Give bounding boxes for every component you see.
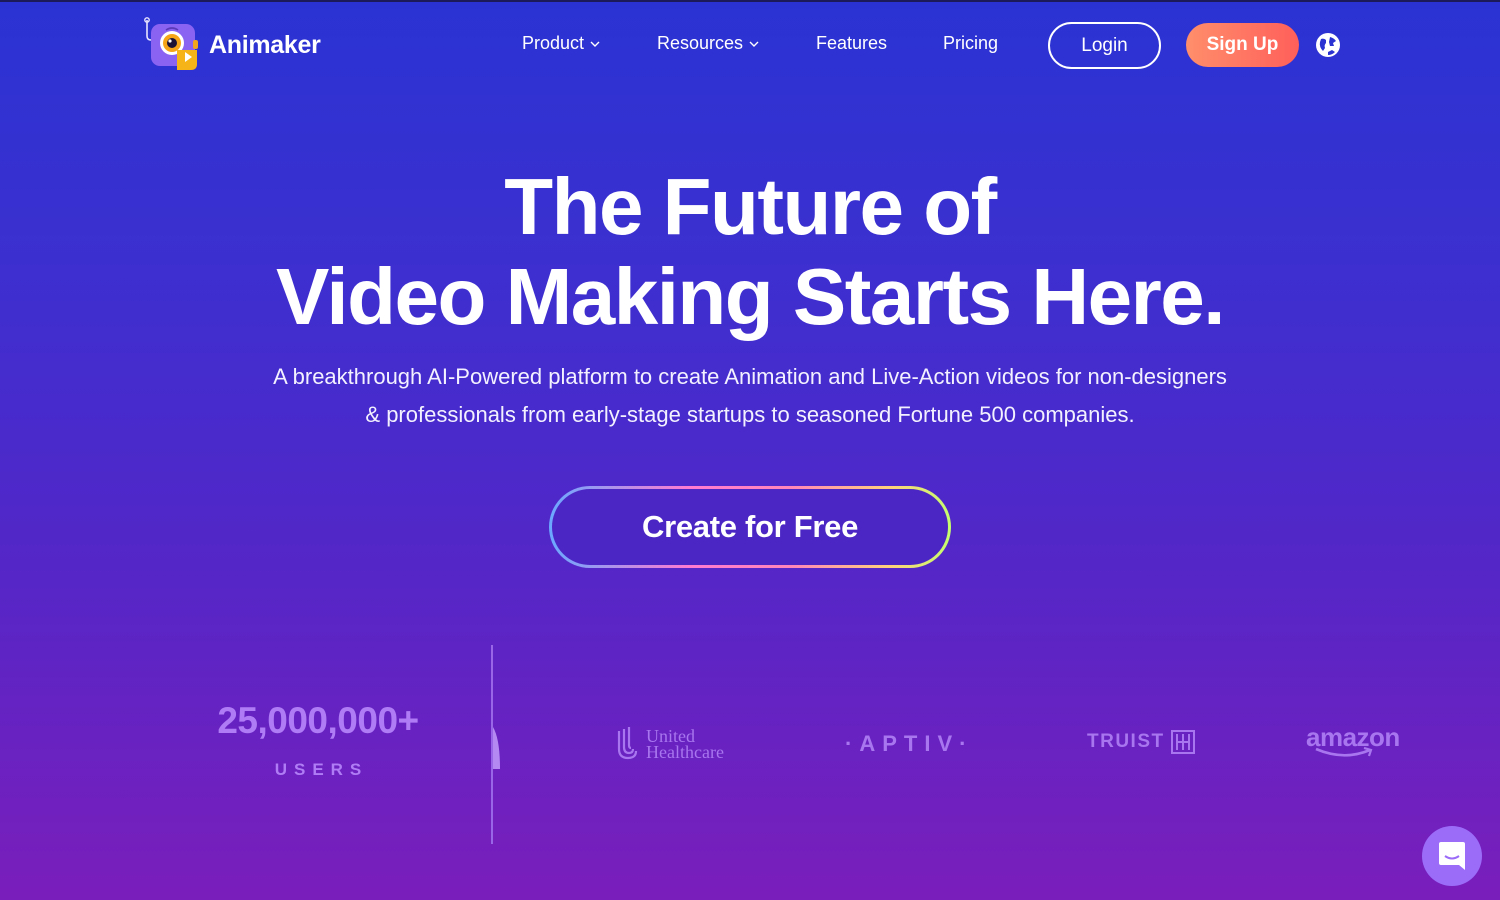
- animaker-logo-icon: [144, 17, 198, 70]
- chevron-down-icon: [749, 41, 759, 47]
- brand-logo[interactable]: Animaker: [143, 16, 321, 74]
- signup-button[interactable]: Sign Up: [1186, 23, 1299, 67]
- chat-button[interactable]: [1422, 826, 1482, 886]
- brand-amazon: amazon: [1306, 722, 1400, 759]
- hero-subtitle-line1: A breakthrough AI-Powered platform to cr…: [273, 364, 1227, 389]
- nav-pricing-label: Pricing: [943, 33, 999, 53]
- hero-title: The Future of Video Making Starts Here.: [0, 162, 1500, 342]
- create-for-free-button[interactable]: Create for Free: [549, 486, 951, 568]
- nav-features[interactable]: Features: [816, 33, 887, 54]
- login-button[interactable]: Login: [1048, 22, 1161, 69]
- brand-truist: TRUIST: [1087, 730, 1195, 754]
- nav-features-label: Features: [816, 33, 888, 53]
- brand-united-healthcare: United Healthcare: [616, 727, 724, 761]
- site-header: Animaker Product Resources Features Pric…: [0, 0, 1500, 92]
- uhc-line2: Healthcare: [646, 742, 724, 762]
- users-count: 25,000,000+: [217, 700, 419, 741]
- users-label: USERS: [274, 760, 369, 779]
- nav-product[interactable]: Product: [522, 33, 600, 54]
- brand-name: Animaker: [209, 30, 321, 59]
- hero-subtitle: A breakthrough AI-Powered platform to cr…: [0, 358, 1500, 434]
- nav-resources[interactable]: Resources: [657, 33, 759, 54]
- nav-pricing[interactable]: Pricing: [943, 33, 998, 54]
- united-healthcare-logo-icon: [617, 727, 638, 760]
- truist-label: TRUIST: [1087, 731, 1165, 752]
- divider-accent: [493, 727, 500, 769]
- nav-resources-label: Resources: [657, 33, 744, 53]
- hero-title-line1: The Future of: [504, 162, 997, 251]
- brand-aptiv: ·APTIV·: [845, 731, 974, 756]
- hero-subtitle-line2: & professionals from early-stage startup…: [365, 402, 1135, 427]
- chat-icon: [1439, 842, 1465, 870]
- create-for-free-label: Create for Free: [552, 489, 948, 565]
- globe-icon[interactable]: [1314, 31, 1342, 59]
- chevron-down-icon: [590, 41, 600, 47]
- amazon-label: amazon: [1306, 722, 1400, 752]
- hero-title-line2: Video Making Starts Here.: [275, 252, 1226, 341]
- nav-product-label: Product: [522, 33, 585, 53]
- truist-logo-icon: [1170, 730, 1195, 754]
